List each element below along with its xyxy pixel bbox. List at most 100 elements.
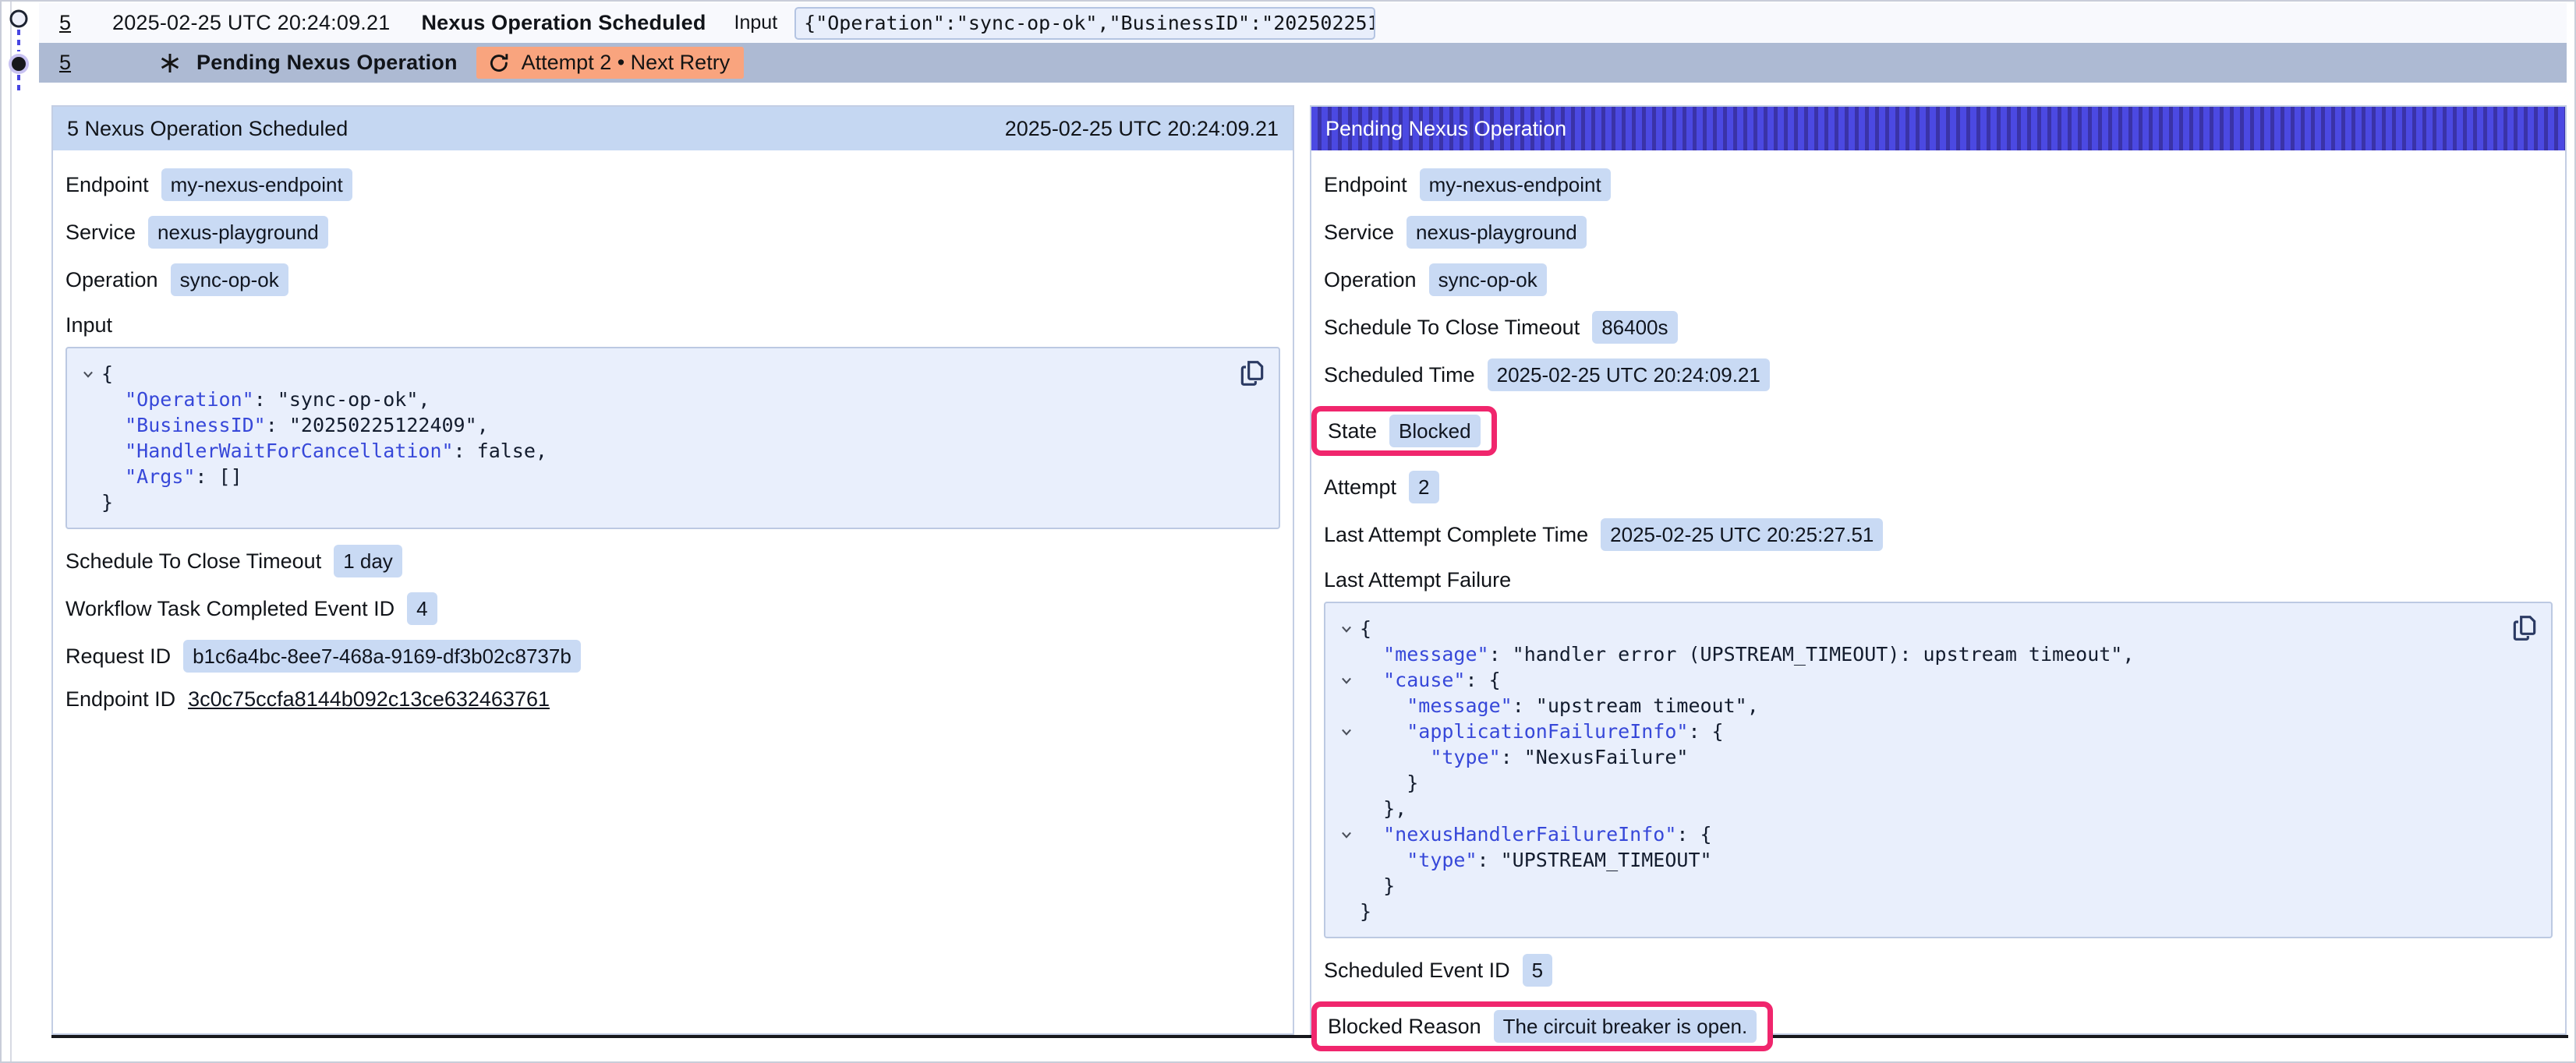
code-line: } bbox=[1333, 899, 2504, 924]
code-text: "Args": [] bbox=[101, 464, 242, 489]
field-blocked-reason: Blocked Reason The circuit breaker is op… bbox=[1324, 1001, 2553, 1051]
pending-asterisk-icon bbox=[157, 51, 182, 76]
input-section-label: Input bbox=[65, 313, 1280, 337]
code-line: "nexusHandlerFailureInfo": { bbox=[1333, 821, 2504, 847]
code-gutter bbox=[1333, 873, 1360, 899]
event-input-label: Input bbox=[734, 12, 778, 34]
failure-section-label: Last Attempt Failure bbox=[1324, 568, 2553, 592]
pending-panel-body: Endpoint my-nexus-endpoint Service nexus… bbox=[1311, 150, 2565, 1051]
code-gutter bbox=[1333, 693, 1360, 719]
collapse-chevron-icon[interactable] bbox=[75, 361, 101, 387]
code-text: "Operation": "sync-op-ok", bbox=[101, 387, 430, 412]
field-value-chip: b1c6a4bc-8ee7-468a-9169-df3b02c8737b bbox=[183, 640, 581, 673]
code-gutter bbox=[1333, 899, 1360, 924]
event-rows: 5 2025-02-25 UTC 20:24:09.21 Nexus Opera… bbox=[39, 3, 2567, 83]
code-text: "applicationFailureInfo": { bbox=[1360, 719, 1724, 744]
field-value-chip: 5 bbox=[1523, 954, 1552, 987]
field-operation: Operation sync-op-ok bbox=[1324, 263, 2553, 296]
event-detail-split: 5 Nexus Operation Scheduled 2025-02-25 U… bbox=[51, 105, 2568, 1038]
code-gutter bbox=[1333, 796, 1360, 821]
event-id-link[interactable]: 5 bbox=[59, 51, 86, 75]
field-request-id: Request ID b1c6a4bc-8ee7-468a-9169-df3b0… bbox=[65, 640, 1280, 673]
field-service: Service nexus-playground bbox=[1324, 216, 2553, 249]
code-line: "cause": { bbox=[1333, 667, 2504, 693]
event-history-view: 5 2025-02-25 UTC 20:24:09.21 Nexus Opera… bbox=[0, 0, 2576, 1063]
code-text: "cause": { bbox=[1360, 667, 1501, 693]
code-line: } bbox=[1333, 770, 2504, 796]
event-input-preview: {"Operation":"sync-op-ok","BusinessID":"… bbox=[794, 7, 1375, 40]
code-text: { bbox=[1360, 616, 1371, 641]
code-text: } bbox=[1360, 873, 1395, 899]
retry-attempt-badge: Attempt 2 • Next Retry bbox=[476, 47, 745, 79]
field-service: Service nexus-playground bbox=[65, 216, 1280, 249]
collapse-chevron-icon[interactable] bbox=[1333, 719, 1360, 744]
scheduled-panel-time: 2025-02-25 UTC 20:24:09.21 bbox=[1005, 117, 1279, 141]
code-text: } bbox=[1360, 770, 1418, 796]
field-attempt: Attempt 2 bbox=[1324, 471, 2553, 503]
pending-panel-title: Pending Nexus Operation bbox=[1325, 117, 1566, 141]
code-gutter bbox=[75, 387, 101, 412]
code-text: "message": "upstream timeout", bbox=[1360, 693, 1759, 719]
endpoint-id-link[interactable]: 3c0c75ccfa8144b092c13ce632463761 bbox=[188, 687, 550, 712]
code-gutter bbox=[1333, 770, 1360, 796]
field-value-chip: nexus-playground bbox=[148, 216, 328, 249]
code-line: }, bbox=[1333, 796, 2504, 821]
field-value-chip: 4 bbox=[407, 592, 437, 625]
scheduled-panel-body: Endpoint my-nexus-endpoint Service nexus… bbox=[53, 150, 1293, 712]
code-line: { bbox=[1333, 616, 2504, 641]
code-text: { bbox=[101, 361, 113, 387]
code-gutter bbox=[1333, 847, 1360, 873]
copy-icon[interactable] bbox=[2509, 613, 2540, 646]
field-workflow-task-completed-event-id: Workflow Task Completed Event ID 4 bbox=[65, 592, 1280, 625]
event-row-scheduled[interactable]: 5 2025-02-25 UTC 20:24:09.21 Nexus Opera… bbox=[39, 3, 2567, 43]
field-schedule-to-close-timeout: Schedule To Close Timeout 86400s bbox=[1324, 311, 2553, 344]
code-line: "message": "handler error (UPSTREAM_TIME… bbox=[1333, 641, 2504, 667]
code-line: "message": "upstream timeout", bbox=[1333, 693, 2504, 719]
collapse-chevron-icon[interactable] bbox=[1333, 667, 1360, 693]
code-text: "HandlerWaitForCancellation": false, bbox=[101, 438, 547, 464]
event-title: Pending Nexus Operation bbox=[196, 51, 458, 75]
code-line: } bbox=[1333, 873, 2504, 899]
field-value-chip: my-nexus-endpoint bbox=[161, 168, 352, 201]
code-text: } bbox=[101, 489, 113, 515]
field-value-chip: nexus-playground bbox=[1407, 216, 1587, 249]
timeline-track bbox=[10, 2, 12, 1061]
blocked-reason-highlight-box: Blocked Reason The circuit breaker is op… bbox=[1311, 1001, 1773, 1051]
code-text: "nexusHandlerFailureInfo": { bbox=[1360, 821, 1712, 847]
field-schedule-to-close-timeout: Schedule To Close Timeout 1 day bbox=[65, 545, 1280, 577]
event-id-link[interactable]: 5 bbox=[59, 11, 86, 35]
field-value-chip: sync-op-ok bbox=[1429, 263, 1547, 296]
field-endpoint: Endpoint my-nexus-endpoint bbox=[65, 168, 1280, 201]
field-last-attempt-complete-time: Last Attempt Complete Time 2025-02-25 UT… bbox=[1324, 518, 2553, 551]
field-scheduled-time: Scheduled Time 2025-02-25 UTC 20:24:09.2… bbox=[1324, 358, 2553, 391]
code-line: { bbox=[75, 361, 1232, 387]
field-scheduled-event-id: Scheduled Event ID 5 bbox=[1324, 954, 2553, 987]
code-gutter bbox=[1333, 744, 1360, 770]
field-value-chip: 2025-02-25 UTC 20:25:27.51 bbox=[1601, 518, 1883, 551]
code-text: }, bbox=[1360, 796, 1407, 821]
code-gutter bbox=[75, 412, 101, 438]
copy-icon[interactable] bbox=[1237, 358, 1268, 391]
code-line: "type": "NexusFailure" bbox=[1333, 744, 2504, 770]
field-value-chip: 1 day bbox=[334, 545, 402, 577]
timeline-open-dot bbox=[11, 11, 27, 26]
state-highlight-box: State Blocked bbox=[1311, 406, 1497, 456]
code-line: "type": "UPSTREAM_TIMEOUT" bbox=[1333, 847, 2504, 873]
code-text: "type": "NexusFailure" bbox=[1360, 744, 1688, 770]
code-gutter bbox=[75, 489, 101, 515]
pending-operation-panel: Pending Nexus Operation Endpoint my-nexu… bbox=[1310, 105, 2567, 1035]
collapse-chevron-icon[interactable] bbox=[1333, 616, 1360, 641]
input-json-viewer: { "Operation": "sync-op-ok", "BusinessID… bbox=[65, 347, 1280, 529]
field-value-chip: 2025-02-25 UTC 20:24:09.21 bbox=[1488, 358, 1770, 391]
state-badge: Blocked bbox=[1389, 415, 1481, 447]
code-text: } bbox=[1360, 899, 1371, 924]
event-row-pending[interactable]: 5 Pending Nexus Operation Attempt 2 • Ne… bbox=[39, 43, 2567, 83]
timeline-current-dot bbox=[12, 57, 26, 71]
field-state: State Blocked bbox=[1324, 406, 2553, 456]
code-line: } bbox=[75, 489, 1232, 515]
field-value-chip: 86400s bbox=[1592, 311, 1677, 344]
code-line: "Args": [] bbox=[75, 464, 1232, 489]
code-gutter bbox=[1333, 641, 1360, 667]
code-text: "type": "UPSTREAM_TIMEOUT" bbox=[1360, 847, 1712, 873]
collapse-chevron-icon[interactable] bbox=[1333, 821, 1360, 847]
